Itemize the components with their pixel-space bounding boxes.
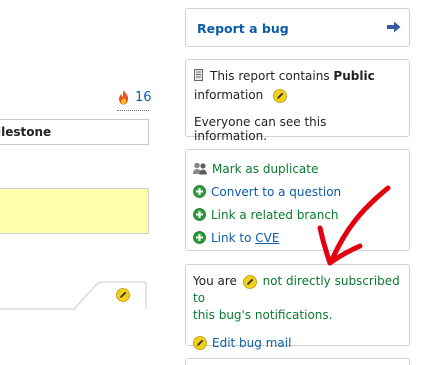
- highlighted-field[interactable]: [0, 188, 149, 234]
- annotation-arrow: [317, 185, 391, 266]
- add-icon: [193, 208, 206, 221]
- edit-bug-mail-label: Edit bug mail: [212, 336, 292, 350]
- public-doc-icon: [194, 69, 203, 81]
- subscription-status: You are not directly subscribed to this …: [193, 273, 402, 324]
- privacy-prefix: This report contains: [210, 69, 334, 83]
- milestone-label: ilestone: [0, 125, 52, 139]
- heat-indicator: 16: [117, 90, 152, 105]
- edit-mail-icon: [193, 336, 207, 350]
- privacy-card: This report contains Public information …: [185, 59, 410, 143]
- link-cve-label: Link to CVE: [211, 231, 279, 245]
- report-bug-link[interactable]: Report a bug: [197, 21, 289, 36]
- heat-underline: [117, 110, 149, 111]
- mark-duplicate-label: Mark as duplicate: [212, 161, 319, 176]
- link-to-text: Link to: [211, 230, 256, 245]
- arrow-right-icon[interactable]: [387, 21, 401, 33]
- mark-duplicate-action[interactable]: Mark as duplicate: [193, 157, 402, 180]
- report-bug-card: Report a bug: [185, 8, 410, 47]
- you-are-text: You are: [193, 274, 237, 288]
- add-icon: [193, 185, 206, 198]
- cve-abbr: CVE: [255, 230, 280, 245]
- subscription-card: You are not directly subscribed to this …: [185, 264, 410, 350]
- heat-count[interactable]: 16: [135, 90, 152, 105]
- add-icon: [193, 231, 206, 244]
- subscription-notifications[interactable]: this bug's notifications.: [193, 308, 332, 322]
- privacy-statement: This report contains Public information: [194, 67, 401, 105]
- flame-icon: [119, 90, 128, 105]
- duplicate-icon: [193, 162, 207, 175]
- privacy-suffix: information: [194, 88, 264, 102]
- edit-pencil-icon[interactable]: [116, 288, 130, 302]
- milestone-header: ilestone: [0, 119, 149, 145]
- next-card: [185, 358, 410, 365]
- edit-subscription-icon[interactable]: [242, 274, 257, 289]
- privacy-description: Everyone can see this information.: [194, 115, 327, 143]
- edit-privacy-icon[interactable]: [273, 88, 287, 103]
- edit-bug-mail-action[interactable]: Edit bug mail: [193, 336, 402, 350]
- description-tab: [0, 280, 149, 310]
- privacy-level: Public: [333, 69, 375, 83]
